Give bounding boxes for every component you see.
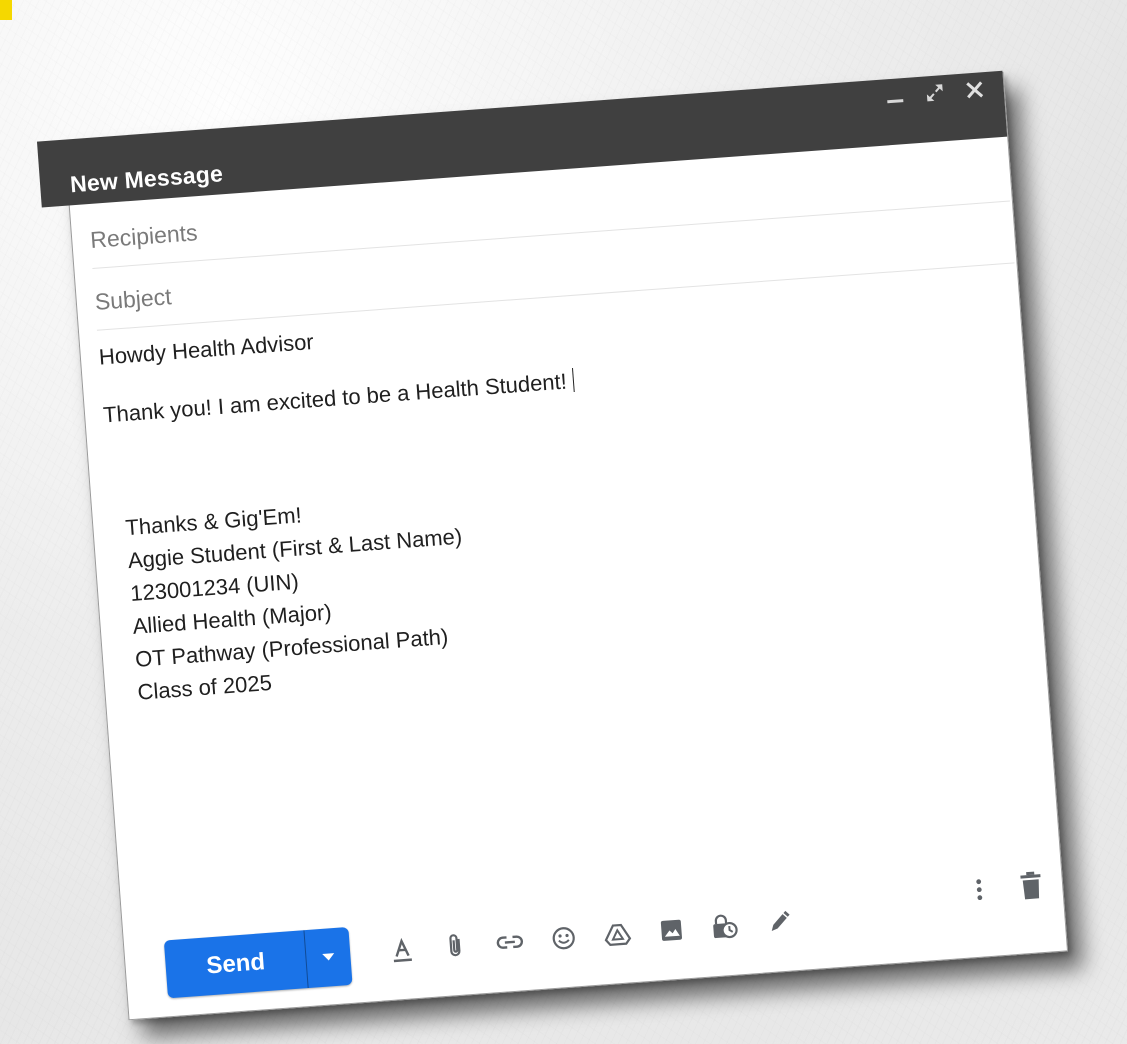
trash-icon[interactable] — [1015, 870, 1047, 902]
compose-window: New Message Recipients Subject Howdy Hea… — [36, 70, 1069, 1021]
schedule-send-dropdown[interactable] — [304, 927, 352, 988]
recipients-placeholder: Recipients — [89, 219, 199, 253]
attach-file-icon[interactable] — [440, 930, 472, 962]
compose-footer: Send — [123, 861, 1066, 1010]
chevron-down-icon — [322, 953, 335, 961]
signature-block: Thanks & Gig'Em! Aggie Student (First & … — [124, 487, 473, 709]
close-icon[interactable] — [963, 78, 987, 102]
message-line: Thank you! I am excited to be a Health S… — [102, 368, 575, 428]
expand-icon[interactable] — [923, 81, 947, 105]
send-button[interactable]: Send — [164, 930, 308, 998]
text-cursor — [571, 368, 575, 393]
subject-placeholder: Subject — [93, 283, 173, 315]
formatting-toolbar — [386, 906, 795, 966]
emoji-icon[interactable] — [548, 922, 580, 954]
footer-right-tools — [963, 870, 1047, 906]
format-text-icon[interactable] — [386, 934, 418, 966]
compose-title: New Message — [69, 160, 224, 198]
confidential-mode-icon[interactable] — [709, 910, 741, 942]
insert-link-icon[interactable] — [494, 926, 526, 958]
greeting-line: Howdy Health Advisor — [98, 328, 315, 370]
drive-icon[interactable] — [602, 918, 634, 950]
insert-photo-icon[interactable] — [655, 914, 687, 946]
more-options-icon[interactable] — [963, 874, 995, 906]
window-controls — [883, 78, 986, 107]
minimize-icon[interactable] — [883, 84, 907, 108]
signature-pen-icon[interactable] — [763, 906, 795, 938]
message-text: Thank you! I am excited to be a Health S… — [102, 368, 568, 428]
send-button-group: Send — [163, 926, 353, 999]
corner-highlight — [0, 0, 12, 20]
